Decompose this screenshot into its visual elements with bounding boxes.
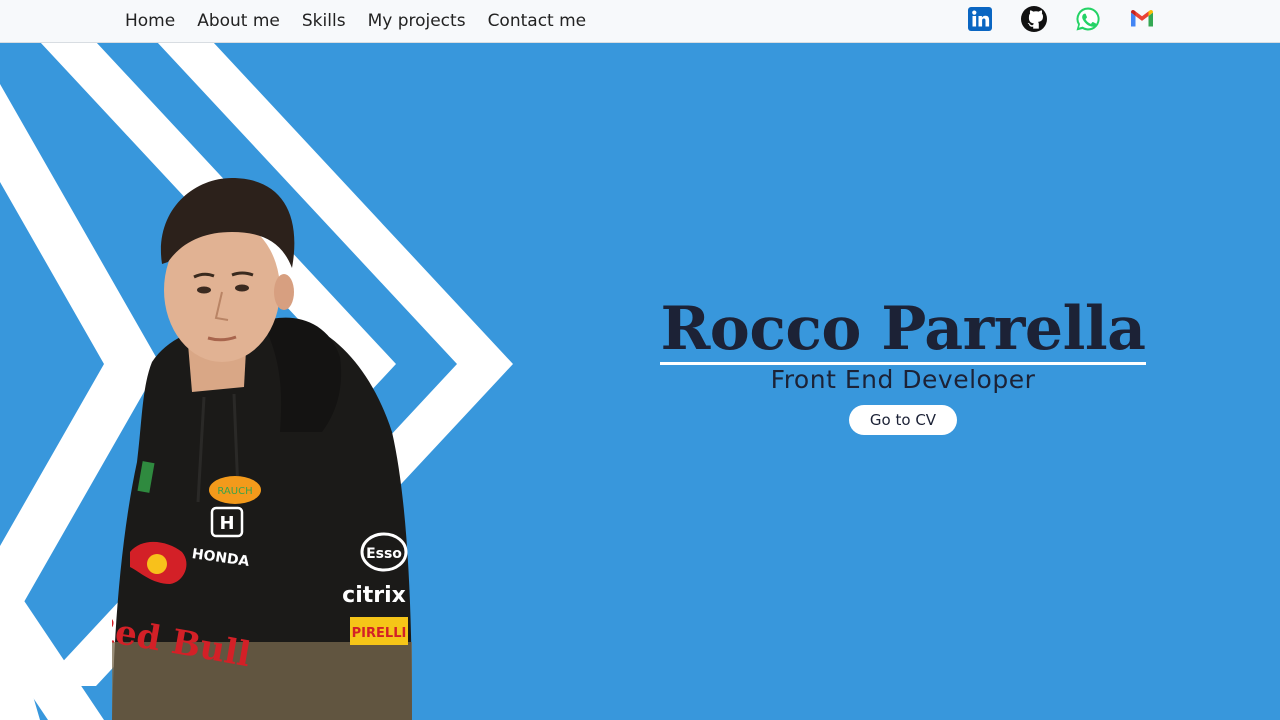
page: Home About me Skills My projects Contact… [0,0,1280,720]
gmail-icon[interactable] [1128,5,1156,33]
github-icon[interactable] [1020,5,1048,33]
hoodie-citrix-text: citrix [342,583,406,608]
nav-links: Home About me Skills My projects Contact… [114,0,597,42]
nav-link-about[interactable]: About me [197,11,280,31]
svg-text:H: H [219,513,234,534]
hoodie-pirelli-text: PIRELLI [352,626,407,641]
whatsapp-icon[interactable] [1074,5,1102,33]
hoodie-rauch-text: RAUCH [217,486,252,497]
go-to-cv-button[interactable]: Go to CV [848,405,958,435]
nav-link-projects[interactable]: My projects [368,11,466,31]
nav-link-skills[interactable]: Skills [302,11,346,31]
profile-photo: RAUCH H HONDA Red Bull Esso citrix PIREL… [112,178,412,720]
linkedin-icon[interactable] [966,5,994,33]
navbar: Home About me Skills My projects Contact… [0,0,1280,43]
nav-link-contact[interactable]: Contact me [488,11,587,31]
social-icons [966,5,1182,33]
hero-role: Front End Developer [770,365,1036,394]
hoodie-esso-text: Esso [366,546,402,562]
nav-link-home[interactable]: Home [125,11,175,31]
hero-name: Rocco Parrella [660,294,1146,365]
hero: Rocco Parrella Front End Developer Go to… [640,296,1166,435]
